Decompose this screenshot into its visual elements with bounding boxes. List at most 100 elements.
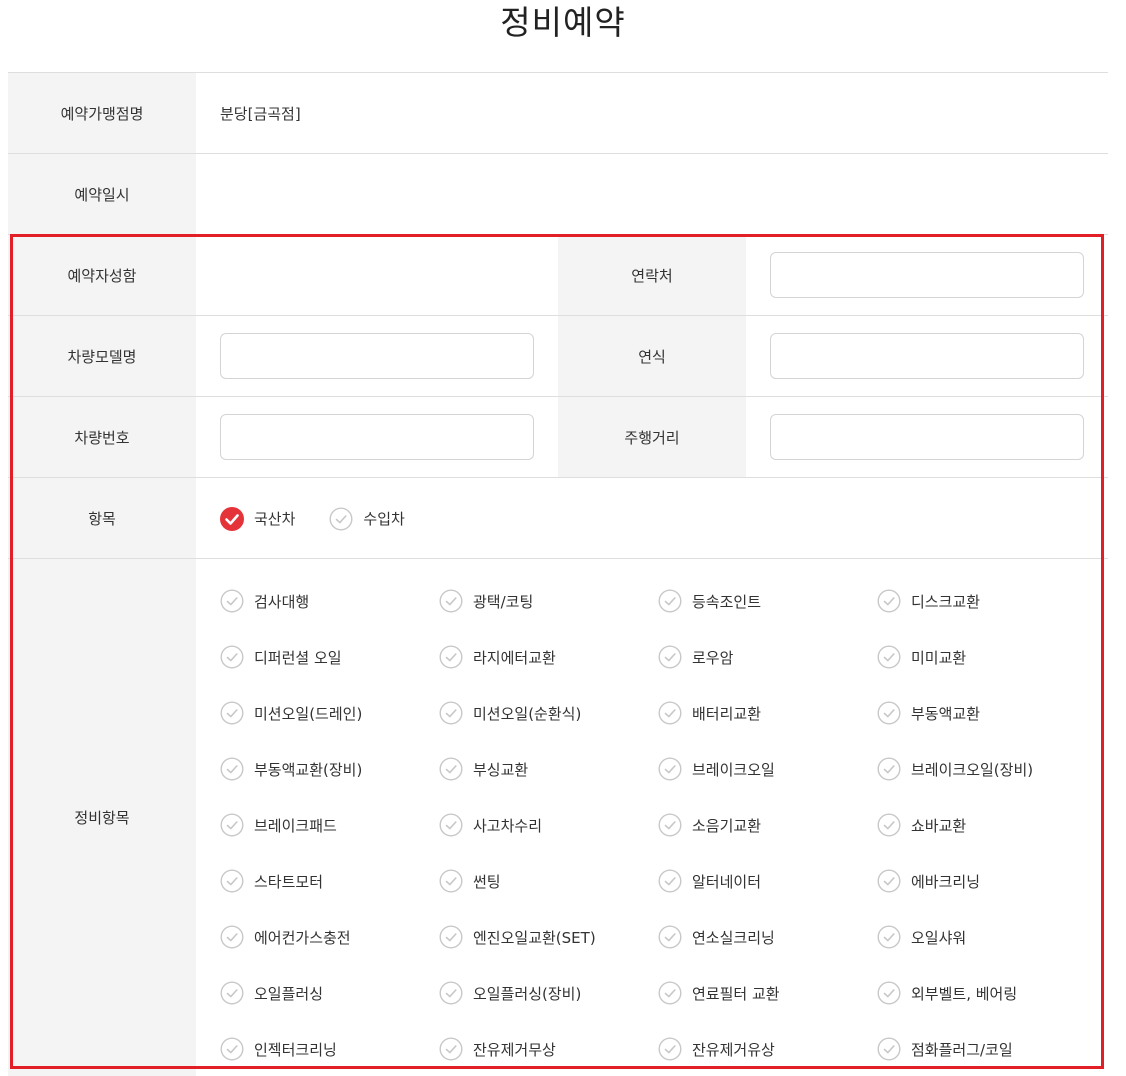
contact-input[interactable] xyxy=(770,252,1084,298)
model-input[interactable] xyxy=(220,333,534,379)
service-item-option[interactable]: 디퍼런셜 오일 xyxy=(220,645,342,669)
unchecked-circle-icon xyxy=(877,813,901,837)
service-item-label: 잔유제거유상 xyxy=(692,1040,775,1059)
year-label: 연식 xyxy=(558,316,746,397)
service-item-option[interactable]: 브레이크오일(장비) xyxy=(877,757,1033,781)
service-item-option[interactable]: 브레이크패드 xyxy=(220,813,337,837)
service-item-option[interactable]: 쇼바교환 xyxy=(877,813,966,837)
service-item-label: 브레이크오일 xyxy=(692,760,775,779)
category-label: 항목 xyxy=(8,478,196,559)
unchecked-circle-icon xyxy=(658,869,682,893)
service-item-option[interactable]: 에어컨가스충전 xyxy=(220,925,351,949)
unchecked-circle-icon xyxy=(658,981,682,1005)
unchecked-circle-icon xyxy=(877,701,901,725)
service-item-option[interactable]: 로우암 xyxy=(658,645,733,669)
service-item-label: 외부벨트, 베어링 xyxy=(911,984,1018,1003)
service-item-option[interactable]: 부동액교환(장비) xyxy=(220,757,362,781)
contact-label: 연락처 xyxy=(558,235,746,316)
service-item-option[interactable]: 등속조인트 xyxy=(658,589,761,613)
service-item-label: 미션오일(드레인) xyxy=(254,704,363,723)
unchecked-circle-icon xyxy=(658,1037,682,1061)
plate-mileage-row: 차량번호 주행거리 xyxy=(8,396,1108,478)
unchecked-circle-icon xyxy=(439,701,463,725)
service-item-option[interactable]: 스타트모터 xyxy=(220,869,323,893)
unchecked-circle-icon xyxy=(658,645,682,669)
service-item-label: 광택/코팅 xyxy=(473,592,534,611)
service-item-option[interactable]: 점화플러그/코일 xyxy=(877,1037,1013,1061)
service-item-option[interactable]: 연료필터 교환 xyxy=(658,981,780,1005)
unchecked-circle-icon xyxy=(220,1037,244,1061)
store-row: 예약가맹점명 분당[금곡점] xyxy=(8,72,1108,154)
service-item-option[interactable]: 검사대행 xyxy=(220,589,309,613)
unchecked-circle-icon xyxy=(220,981,244,1005)
unchecked-circle-icon xyxy=(877,981,901,1005)
service-row: 정비항목 검사대행 광택/코팅 등속조인트 디스크교환디퍼런셜 오일 라지에터교환 로우암… xyxy=(8,558,1108,1076)
service-item-label: 로우암 xyxy=(692,648,734,667)
service-item-label: 배터리교환 xyxy=(692,704,762,723)
service-item-option[interactable]: 배터리교환 xyxy=(658,701,761,725)
service-item-option[interactable]: 미션오일(드레인) xyxy=(220,701,362,725)
category-option[interactable]: 국산차 xyxy=(220,506,295,531)
datetime-row: 예약일시 xyxy=(8,153,1108,235)
service-item-option[interactable]: 외부벨트, 베어링 xyxy=(877,981,1017,1005)
service-item-label: 부싱교환 xyxy=(473,760,529,779)
mileage-input[interactable] xyxy=(770,414,1084,460)
service-item-option[interactable]: 에바크리닝 xyxy=(877,869,980,893)
service-item-option[interactable]: 브레이크오일 xyxy=(658,757,775,781)
unchecked-circle-icon xyxy=(658,813,682,837)
store-label: 예약가맹점명 xyxy=(8,73,196,154)
service-item-label: 스타트모터 xyxy=(254,872,324,891)
service-item-label: 썬팅 xyxy=(473,872,501,891)
service-item-label: 점화플러그/코일 xyxy=(911,1040,1013,1059)
service-item-option[interactable]: 광택/코팅 xyxy=(439,589,533,613)
service-item-label: 에어컨가스충전 xyxy=(254,928,351,947)
service-item-label: 디퍼런셜 오일 xyxy=(254,648,342,667)
unchecked-circle-icon xyxy=(658,925,682,949)
unchecked-circle-icon xyxy=(220,925,244,949)
unchecked-circle-icon xyxy=(658,589,682,613)
service-item-option[interactable]: 인젝터크리닝 xyxy=(220,1037,337,1061)
service-item-option[interactable]: 오일샤워 xyxy=(877,925,966,949)
mileage-label: 주행거리 xyxy=(558,397,746,478)
name-label: 예약자성함 xyxy=(8,235,196,316)
service-item-option[interactable]: 부싱교환 xyxy=(439,757,528,781)
plate-input[interactable] xyxy=(220,414,534,460)
service-item-option[interactable]: 알터네이터 xyxy=(658,869,761,893)
service-item-option[interactable]: 미미교환 xyxy=(877,645,966,669)
service-item-option[interactable]: 라지에터교환 xyxy=(439,645,556,669)
service-item-option[interactable]: 연소실크리닝 xyxy=(658,925,775,949)
store-value: 분당[금곡점] xyxy=(220,105,301,123)
unchecked-circle-icon xyxy=(877,645,901,669)
unchecked-circle-icon xyxy=(877,869,901,893)
year-input[interactable] xyxy=(770,333,1084,379)
unchecked-circle-icon xyxy=(220,869,244,893)
service-item-option[interactable]: 미션오일(순환식) xyxy=(439,701,581,725)
service-item-option[interactable]: 디스크교환 xyxy=(877,589,980,613)
service-item-option[interactable]: 잔유제거유상 xyxy=(658,1037,775,1061)
unchecked-circle-icon xyxy=(439,925,463,949)
service-item-label: 미미교환 xyxy=(911,648,967,667)
category-option[interactable]: 수입차 xyxy=(329,506,405,531)
unchecked-circle-icon xyxy=(658,757,682,781)
unchecked-circle-icon xyxy=(658,701,682,725)
model-year-row: 차량모델명 연식 xyxy=(8,315,1108,397)
service-item-label: 잔유제거무상 xyxy=(473,1040,556,1059)
unchecked-circle-icon xyxy=(439,757,463,781)
service-item-option[interactable]: 오일플러싱 xyxy=(220,981,323,1005)
unchecked-circle-icon xyxy=(220,645,244,669)
unchecked-circle-icon xyxy=(877,925,901,949)
service-item-option[interactable]: 잔유제거무상 xyxy=(439,1037,556,1061)
service-item-label: 등속조인트 xyxy=(692,592,762,611)
service-item-option[interactable]: 오일플러싱(장비) xyxy=(439,981,581,1005)
name-value[interactable] xyxy=(220,235,556,316)
service-label: 정비항목 xyxy=(8,559,196,1076)
service-item-option[interactable]: 썬팅 xyxy=(439,869,501,893)
service-item-label: 부동액교환(장비) xyxy=(254,760,363,779)
category-row: 항목 국산차 수입차 xyxy=(8,477,1108,559)
service-item-option[interactable]: 부동액교환 xyxy=(877,701,980,725)
service-item-label: 라지에터교환 xyxy=(473,648,556,667)
service-item-option[interactable]: 엔진오일교환(SET) xyxy=(439,925,596,949)
service-item-option[interactable]: 사고차수리 xyxy=(439,813,542,837)
service-item-option[interactable]: 소음기교환 xyxy=(658,813,761,837)
datetime-label: 예약일시 xyxy=(8,154,196,235)
